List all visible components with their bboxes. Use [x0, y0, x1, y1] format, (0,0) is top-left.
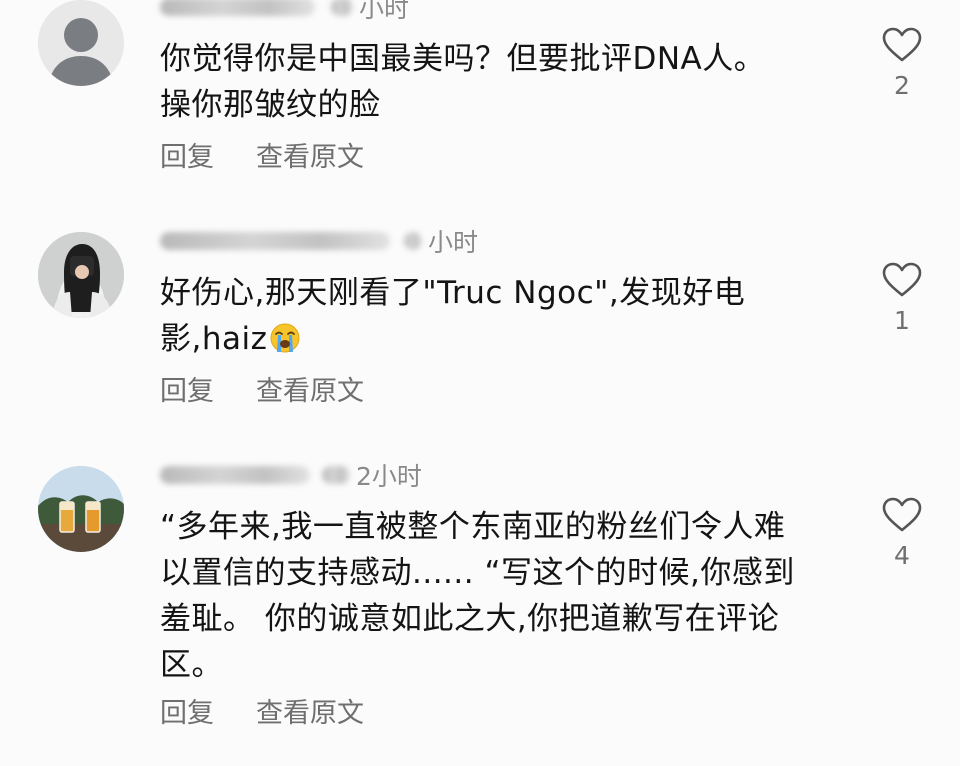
comment-actions: 回复 查看原文 — [160, 691, 364, 730]
comment-text-line: 操你那皱纹的脸 — [160, 87, 381, 123]
view-original-button[interactable]: 查看原文 — [256, 135, 364, 174]
comment-text: “多年来,我一直被整个东南亚的粉丝们令人难 以置信的支持感动...... “写这… — [160, 504, 840, 688]
reply-button[interactable]: 回复 — [160, 135, 214, 174]
reply-button[interactable]: 回复 — [160, 691, 214, 730]
photo-avatar-person-icon — [38, 232, 124, 318]
view-original-button[interactable]: 查看原文 — [256, 691, 364, 730]
heart-icon[interactable] — [882, 27, 922, 63]
view-original-button[interactable]: 查看原文 — [256, 369, 364, 408]
comment-time: 小时 — [428, 228, 479, 257]
comment-actions: 回复 查看原文 — [160, 369, 364, 408]
comment-text-line: 以置信的支持感动...... “写这个的时候,你感到 — [160, 555, 795, 591]
comment-meta: 小时 — [160, 224, 478, 258]
username-blurred-tail — [404, 232, 422, 250]
comment-text-line: 区。 — [160, 647, 223, 683]
like-button[interactable]: 4 — [874, 497, 930, 570]
heart-icon[interactable] — [882, 262, 922, 298]
username-blurred-tail — [331, 0, 353, 16]
avatar[interactable] — [38, 0, 124, 86]
comment-list: 小时 你觉得你是中国最美吗？但要批评DNA人。 操你那皱纹的脸 回复 查看原文 … — [0, 0, 960, 766]
username-blurred[interactable] — [160, 232, 390, 250]
comment-text: 你觉得你是中国最美吗？但要批评DNA人。 操你那皱纹的脸 — [160, 36, 840, 128]
heart-icon[interactable] — [882, 497, 922, 533]
comment-text-line: 好伤心,那天刚看了"Truc Ngoc",发现好电 — [160, 275, 746, 311]
avatar[interactable] — [38, 466, 124, 552]
username-blurred-tail — [322, 466, 350, 484]
comment-text-line: 影,haiz — [160, 316, 840, 362]
comment-text-fragment: 影,haiz — [160, 321, 268, 357]
comment-time: 小时 — [359, 0, 410, 23]
comment-text-line: 你觉得你是中国最美吗？但要批评DNA人。 — [160, 41, 766, 77]
photo-avatar-drinks-icon — [38, 466, 124, 552]
comment-text: 好伤心,那天刚看了"Truc Ngoc",发现好电 影,haiz — [160, 270, 840, 362]
comment-text-line: 羞耻。 你的诚意如此之大,你把道歉写在评论 — [160, 601, 780, 637]
comment-text-line: “多年来,我一直被整个东南亚的粉丝们令人难 — [160, 509, 786, 545]
like-count: 1 — [894, 306, 910, 335]
like-button[interactable]: 1 — [874, 262, 930, 335]
username-blurred[interactable] — [160, 0, 315, 16]
comment-meta: 小时 — [160, 0, 409, 24]
like-button[interactable]: 2 — [874, 27, 930, 100]
like-count: 4 — [894, 541, 910, 570]
username-blurred[interactable] — [160, 466, 310, 484]
loudly-crying-face-icon — [270, 323, 300, 353]
reply-button[interactable]: 回复 — [160, 369, 214, 408]
comment-meta: 2小时 — [160, 458, 422, 492]
default-user-avatar-icon — [38, 0, 124, 86]
comment-actions: 回复 查看原文 — [160, 135, 364, 174]
comment-time: 2小时 — [356, 462, 422, 491]
avatar[interactable] — [38, 232, 124, 318]
like-count: 2 — [894, 71, 910, 100]
